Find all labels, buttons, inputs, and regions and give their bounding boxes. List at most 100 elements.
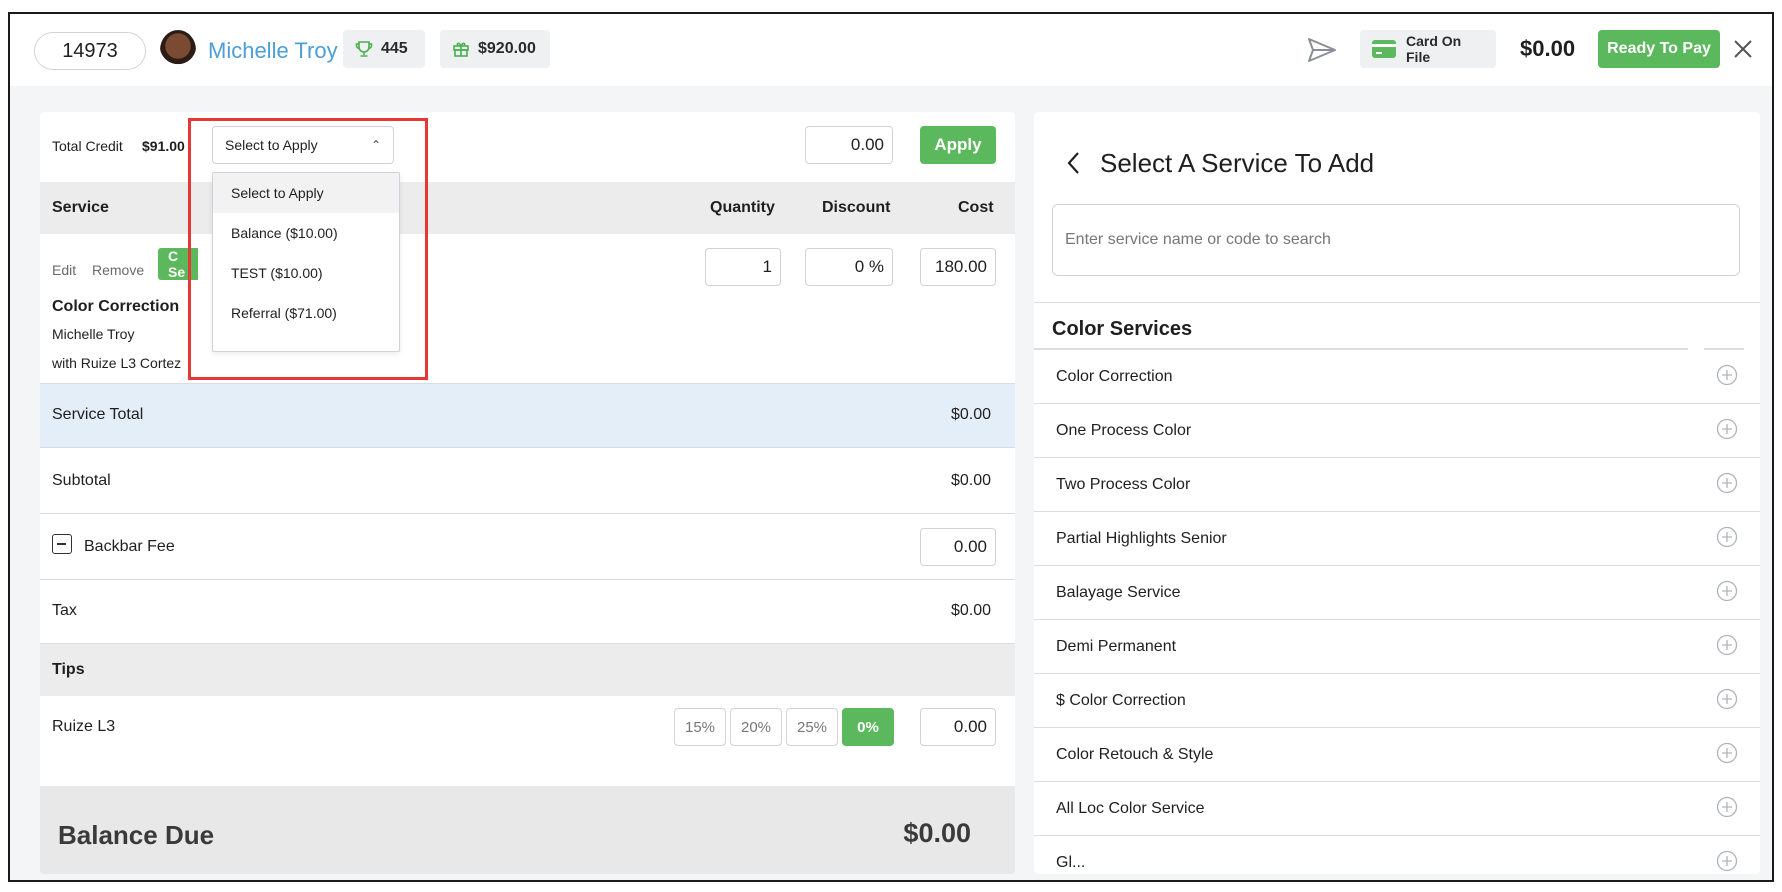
- plus-circle-icon[interactable]: [1716, 688, 1738, 710]
- loyalty-points-chip[interactable]: 445: [343, 30, 425, 68]
- balance-due-bar: Balance Due $0.00: [40, 786, 1015, 874]
- plus-circle-icon[interactable]: [1716, 796, 1738, 818]
- collapse-icon[interactable]: [52, 534, 72, 554]
- backbar-fee-label: Backbar Fee: [84, 538, 175, 555]
- service-option[interactable]: One Process Color: [1034, 404, 1760, 458]
- service-option-name: Partial Highlights Senior: [1056, 530, 1227, 547]
- cost-input[interactable]: 180.00: [920, 248, 996, 286]
- plus-circle-icon[interactable]: [1716, 472, 1738, 494]
- category-title: Color Services: [1052, 318, 1193, 340]
- total-credit-value: $91.00: [142, 138, 185, 154]
- client-name-link[interactable]: Michelle Troy: [208, 38, 338, 64]
- service-table-header: Service Quantity Discount Cost: [40, 182, 1015, 234]
- balance-due-label: Balance Due: [58, 820, 215, 850]
- col-cost: Cost: [958, 199, 994, 216]
- service-total-label: Service Total: [52, 406, 144, 423]
- service-option[interactable]: Balayage Service: [1034, 566, 1760, 620]
- panel-title: Select A Service To Add: [1100, 148, 1375, 178]
- tip-staff-name: Ruize L3: [52, 718, 116, 735]
- service-option[interactable]: Partial Highlights Senior: [1034, 512, 1760, 566]
- card-on-file-button[interactable]: Card On File: [1360, 30, 1496, 68]
- divider: [1034, 302, 1760, 303]
- balance-due-value: $0.00: [903, 818, 971, 848]
- tips-header: Tips: [52, 661, 85, 678]
- service-option[interactable]: Color Correction: [1034, 350, 1760, 404]
- tip-25-button[interactable]: 25%: [786, 708, 838, 746]
- tips-header-row: Tips: [40, 644, 1015, 696]
- checkout-window: 14973 Michelle Troy 445 $920.00 Card On …: [8, 12, 1774, 882]
- service-option-name: Color Retouch & Style: [1056, 746, 1214, 763]
- service-client: Michelle Troy: [52, 326, 135, 342]
- subtotal-row: Subtotal $0.00: [40, 448, 1015, 514]
- service-total-value: $0.00: [950, 406, 991, 423]
- col-service: Service: [52, 199, 109, 216]
- plus-circle-icon[interactable]: [1716, 580, 1738, 602]
- close-icon[interactable]: [1732, 38, 1754, 60]
- service-list: Color Correction One Process Color Two P…: [1034, 350, 1760, 874]
- gift-card-chip[interactable]: $920.00: [440, 30, 550, 68]
- trophy-icon: [355, 40, 373, 58]
- service-option[interactable]: $ Color Correction: [1034, 674, 1760, 728]
- quantity-input[interactable]: 1: [705, 248, 781, 286]
- service-staff: with Ruize L3 Cortez: [52, 355, 182, 371]
- highlight-box: [188, 118, 428, 380]
- service-option[interactable]: Demi Permanent: [1034, 620, 1760, 674]
- service-option-name: All Loc Color Service: [1056, 800, 1205, 817]
- service-picker-panel: Select A Service To Add Color Services C…: [1034, 112, 1760, 874]
- header-total: $0.00: [1520, 36, 1576, 61]
- service-option-name: Balayage Service: [1056, 584, 1181, 601]
- service-line-item: Edit Remove C Se Color Correction Michel…: [40, 234, 1015, 384]
- tax-value: $0.00: [950, 602, 991, 619]
- ticket-panel: Total Credit $91.00 Select to Apply ⌃ 0.…: [40, 112, 1015, 874]
- service-option-name: $ Color Correction: [1056, 692, 1186, 709]
- ready-to-pay-button[interactable]: Ready To Pay: [1598, 30, 1720, 68]
- plus-circle-icon[interactable]: [1716, 418, 1738, 440]
- edit-link[interactable]: Edit: [52, 262, 76, 278]
- col-discount: Discount: [822, 199, 891, 216]
- service-option-name: Color Correction: [1056, 368, 1173, 385]
- card-on-file-label: Card On File: [1406, 33, 1462, 65]
- plus-circle-icon[interactable]: [1716, 742, 1738, 764]
- subtotal-value: $0.00: [950, 472, 991, 489]
- send-icon[interactable]: [1306, 34, 1338, 66]
- apply-credit-button[interactable]: Apply: [920, 126, 996, 164]
- col-quantity: Quantity: [710, 199, 775, 216]
- tip-amount-input[interactable]: 0.00: [920, 708, 996, 746]
- service-option-name: Two Process Color: [1056, 476, 1191, 493]
- plus-circle-icon[interactable]: [1716, 364, 1738, 386]
- gift-icon: [452, 40, 470, 58]
- chevron-left-icon[interactable]: [1064, 150, 1084, 176]
- tax-label: Tax: [52, 602, 77, 619]
- gift-card-value: $920.00: [478, 40, 536, 57]
- credit-row: Total Credit $91.00 Select to Apply ⌃ 0.…: [40, 112, 1015, 182]
- backbar-fee-input[interactable]: 0.00: [920, 528, 996, 566]
- service-search-input[interactable]: [1052, 204, 1740, 276]
- service-option[interactable]: Color Retouch & Style: [1034, 728, 1760, 782]
- header-bar: 14973 Michelle Troy 445 $920.00 Card On …: [10, 14, 1772, 86]
- total-credit-label: Total Credit: [52, 138, 123, 154]
- plus-circle-icon[interactable]: [1716, 526, 1738, 548]
- tip-20-button[interactable]: 20%: [730, 708, 782, 746]
- tip-0-button[interactable]: 0%: [842, 708, 894, 746]
- subtotal-label: Subtotal: [52, 472, 111, 489]
- remove-link[interactable]: Remove: [92, 262, 144, 278]
- tax-row: Tax $0.00: [40, 580, 1015, 644]
- credit-card-icon: [1372, 40, 1396, 58]
- order-number-pill[interactable]: 14973: [34, 32, 146, 70]
- tip-15-button[interactable]: 15%: [674, 708, 726, 746]
- discount-input[interactable]: 0 %: [805, 248, 893, 286]
- service-option-name: Gl...: [1056, 854, 1086, 871]
- plus-circle-icon[interactable]: [1716, 634, 1738, 656]
- service-total-row: Service Total $0.00: [40, 384, 1015, 448]
- service-option[interactable]: All Loc Color Service: [1034, 782, 1760, 836]
- backbar-fee-row: Backbar Fee 0.00: [40, 514, 1015, 580]
- service-option[interactable]: Gl...: [1034, 836, 1760, 874]
- loyalty-points-value: 445: [381, 40, 408, 57]
- service-option-name: Demi Permanent: [1056, 638, 1177, 655]
- credit-amount-input[interactable]: 0.00: [805, 126, 893, 164]
- tip-row: Ruize L3 15% 20% 25% 0% 0.00: [40, 696, 1015, 758]
- service-option-name: One Process Color: [1056, 422, 1192, 439]
- service-name: Color Correction: [52, 298, 180, 315]
- plus-circle-icon[interactable]: [1716, 850, 1738, 872]
- service-option[interactable]: Two Process Color: [1034, 458, 1760, 512]
